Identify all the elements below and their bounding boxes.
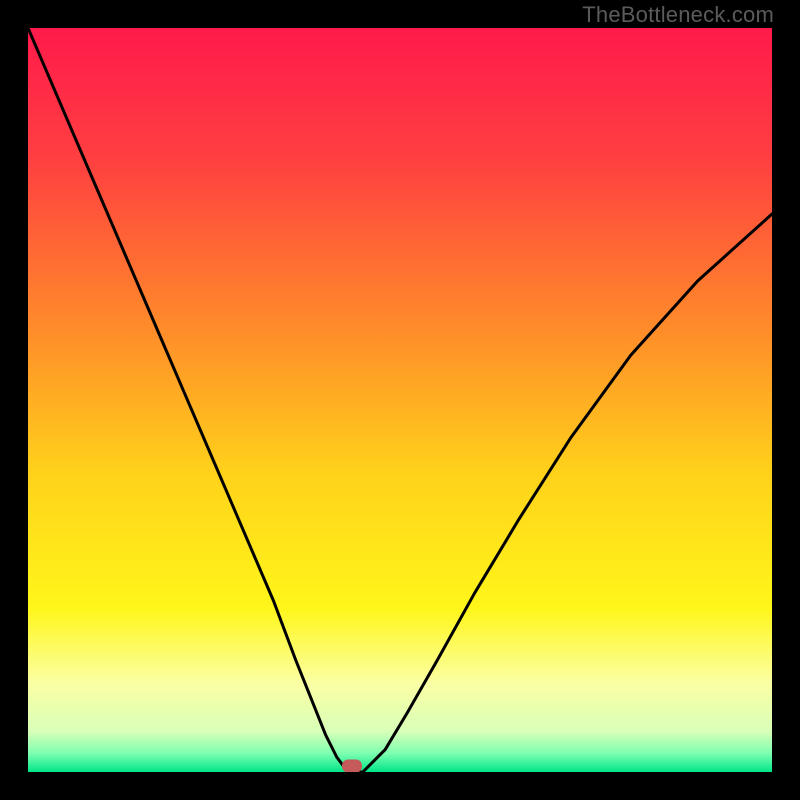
curve-layer [28, 28, 772, 772]
watermark-text: TheBottleneck.com [582, 2, 774, 28]
bottleneck-curve [28, 28, 772, 772]
optimum-marker [342, 760, 362, 772]
plot-area [28, 28, 772, 772]
chart-frame: TheBottleneck.com [0, 0, 800, 800]
